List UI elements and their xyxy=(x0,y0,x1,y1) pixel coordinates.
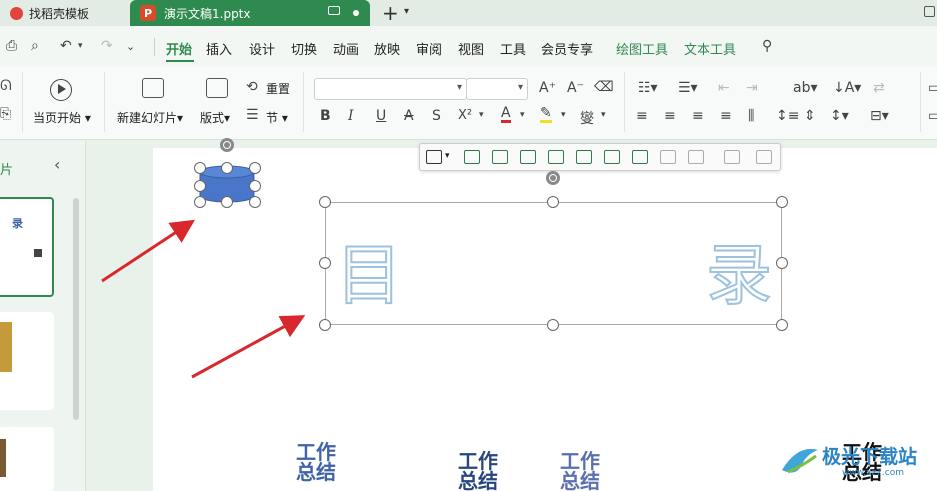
wordart-sample-2[interactable]: 工作 总结 xyxy=(454,451,502,491)
red-arrow-2 xyxy=(191,315,306,379)
watermark-url: www.xz7.com xyxy=(842,468,904,478)
annotation-arrows xyxy=(101,219,306,379)
wordart-sample-1[interactable]: 工作 总结 xyxy=(292,442,340,482)
red-arrow-1 xyxy=(101,219,196,283)
wordart-sample-3[interactable]: 工作 总结 xyxy=(556,451,604,491)
watermark-text: 极光下载站 xyxy=(822,446,918,468)
watermark-logo-icon xyxy=(782,448,818,474)
